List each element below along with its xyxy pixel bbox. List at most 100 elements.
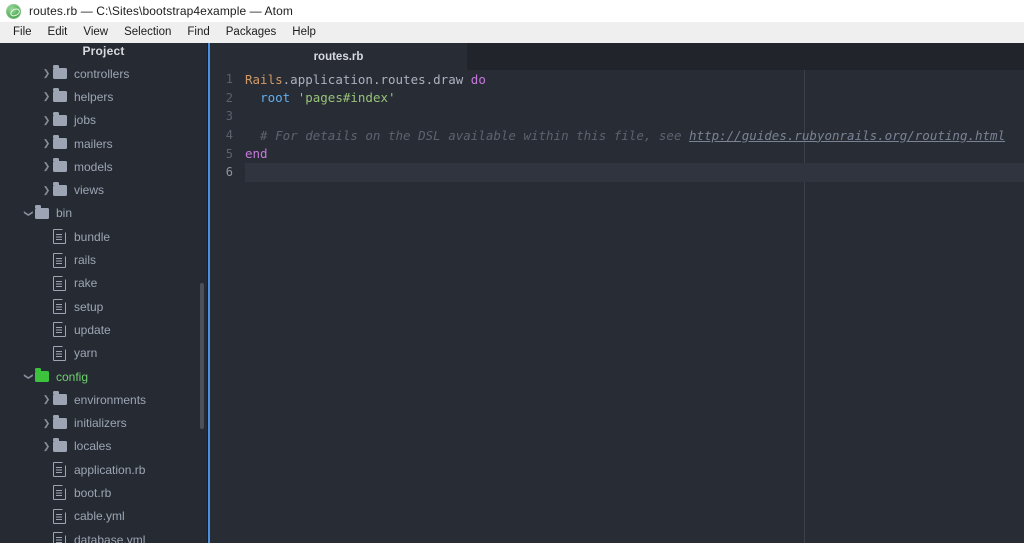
- tree-item-label: bundle: [74, 229, 111, 244]
- code-token: 'pages#index': [297, 90, 396, 106]
- chevron-down-icon[interactable]: ❯: [24, 370, 34, 383]
- folder-icon: [53, 181, 71, 196]
- tree-item-label: initializers: [74, 416, 127, 431]
- tree-file-rails[interactable]: ❯rails: [0, 248, 207, 271]
- chevron-right-icon[interactable]: ❯: [40, 162, 53, 171]
- chevron-right-icon[interactable]: ❯: [40, 92, 53, 101]
- code-token: do: [470, 71, 486, 87]
- chevron-right-icon[interactable]: ❯: [40, 115, 53, 125]
- folder-glyph: [53, 391, 67, 406]
- tree-folder-controllers[interactable]: ❯ controllers: [0, 62, 207, 85]
- tree-file-application-rb[interactable]: ❯application.rb: [0, 458, 207, 481]
- folder-icon: [53, 135, 71, 150]
- menu-item-selection[interactable]: Selection: [116, 22, 179, 43]
- tree-file-setup[interactable]: ❯setup: [0, 295, 207, 318]
- folder-glyph: [53, 414, 67, 429]
- menu-item-find[interactable]: Find: [179, 22, 217, 43]
- tree-folder-initializers[interactable]: ❯ initializers: [0, 411, 207, 434]
- sidebar-vertical-scrollbar[interactable]: [200, 283, 204, 429]
- file-glyph: [53, 322, 66, 338]
- tree-folder-locales[interactable]: ❯ locales: [0, 435, 207, 458]
- tree-folder-bin[interactable]: ❯ bin: [0, 202, 207, 225]
- tree-folder-environments[interactable]: ❯ environments: [0, 388, 207, 411]
- folder-glyph: [53, 181, 67, 196]
- code-line-1[interactable]: 1 Rails.application.routes.draw do: [210, 70, 1024, 89]
- code-token: .application.routes.draw: [282, 71, 471, 87]
- file-glyph: [53, 485, 66, 501]
- code-line-3[interactable]: 3: [210, 107, 1024, 126]
- menu-item-edit[interactable]: Edit: [40, 22, 76, 43]
- chevron-down-icon[interactable]: ❯: [24, 207, 34, 220]
- tree-item-label: config: [56, 369, 89, 384]
- tree-file-cable-yml[interactable]: ❯cable.yml: [0, 505, 207, 528]
- file-icon: [53, 462, 71, 478]
- tree-file-database-yml[interactable]: ❯database.yml: [0, 528, 207, 543]
- tab-routes-rb[interactable]: routes.rb: [210, 43, 468, 70]
- tree-item-label: cable.yml: [74, 509, 125, 524]
- line-number: 5: [225, 146, 233, 161]
- tree-item-label: bin: [56, 206, 73, 221]
- file-icon: [53, 275, 71, 291]
- folder-glyph: [53, 158, 67, 173]
- code-line-5[interactable]: 5 end: [210, 144, 1024, 163]
- tree-item-label: helpers: [74, 89, 114, 104]
- file-tree[interactable]: ❯ controllers ❯ helpers ❯ jobs ❯ mailers ❯ models…: [0, 62, 207, 543]
- file-icon: [53, 299, 71, 315]
- code-line-content: end: [242, 146, 1024, 161]
- tree-item-label: environments: [74, 392, 147, 407]
- tree-file-yarn[interactable]: ❯yarn: [0, 342, 207, 365]
- code-token[interactable]: http://guides.rubyonrails.org/routing.ht…: [689, 128, 1005, 143]
- menu-item-packages[interactable]: Packages: [218, 22, 285, 43]
- editor-tab-bar: routes.rb: [210, 43, 1024, 70]
- tree-item-label: mailers: [74, 136, 113, 151]
- file-glyph: [53, 345, 66, 361]
- chevron-right-icon[interactable]: ❯: [40, 185, 53, 195]
- code-token: Rails: [245, 71, 283, 87]
- tree-item-label: rails: [74, 253, 97, 268]
- tree-item-label: locales: [74, 439, 112, 454]
- project-tree-sidebar[interactable]: Project ❯ controllers ❯ helpers ❯ jobs ❯ mailer…: [0, 43, 208, 543]
- app-body: Project ❯ controllers ❯ helpers ❯ jobs ❯ mailer…: [0, 43, 1024, 543]
- tree-folder-models[interactable]: ❯ models: [0, 155, 207, 178]
- code-line-4[interactable]: 4 # For details on the DSL available wit…: [210, 126, 1024, 145]
- chevron-right-icon[interactable]: ❯: [40, 395, 53, 404]
- tab-bar-empty-area: [468, 43, 1024, 70]
- menu-item-file[interactable]: File: [5, 22, 40, 43]
- folder-icon: [53, 437, 71, 452]
- tree-file-bundle[interactable]: ❯bundle: [0, 225, 207, 248]
- file-icon: [53, 229, 71, 245]
- tree-file-boot-rb[interactable]: ❯boot.rb: [0, 481, 207, 504]
- tree-file-update[interactable]: ❯update: [0, 318, 207, 341]
- chevron-right-icon[interactable]: ❯: [40, 418, 53, 428]
- code-token: root: [260, 90, 291, 106]
- tree-item-label: application.rb: [74, 462, 146, 477]
- code-editor[interactable]: 1 Rails.application.routes.draw do 2 root …: [210, 70, 1024, 543]
- tree-folder-jobs[interactable]: ❯ jobs: [0, 109, 207, 132]
- folder-icon: [53, 158, 71, 173]
- chevron-right-icon[interactable]: ❯: [40, 69, 53, 78]
- tree-folder-helpers[interactable]: ❯ helpers: [0, 85, 207, 108]
- folder-glyph: [53, 135, 67, 150]
- tree-item-label: views: [74, 183, 105, 198]
- menu-item-help[interactable]: Help: [284, 22, 324, 43]
- code-line-6[interactable]: 6: [210, 162, 1024, 182]
- chevron-right-icon[interactable]: ❯: [40, 139, 53, 148]
- chevron-right-icon[interactable]: ❯: [40, 441, 53, 451]
- code-line-content: root 'pages#index': [242, 90, 1024, 105]
- file-glyph: [53, 275, 66, 291]
- code-line-2[interactable]: 2 root 'pages#index': [210, 89, 1024, 108]
- tree-file-rake[interactable]: ❯rake: [0, 272, 207, 295]
- menu-item-view[interactable]: View: [75, 22, 116, 43]
- code-line-content: # For details on the DSL available withi…: [242, 128, 1024, 143]
- tree-folder-mailers[interactable]: ❯ mailers: [0, 132, 207, 155]
- line-number: 4: [225, 128, 233, 143]
- window-title: routes.rb — C:\Sites\bootstrap4example —…: [29, 4, 293, 18]
- file-icon: [53, 345, 71, 361]
- file-icon: [53, 508, 71, 524]
- folder-glyph: [53, 111, 67, 126]
- tree-folder-config[interactable]: ❯ config: [0, 365, 207, 388]
- tree-folder-views[interactable]: ❯ views: [0, 178, 207, 201]
- folder-icon: [53, 88, 71, 103]
- tree-item-label: controllers: [74, 66, 130, 81]
